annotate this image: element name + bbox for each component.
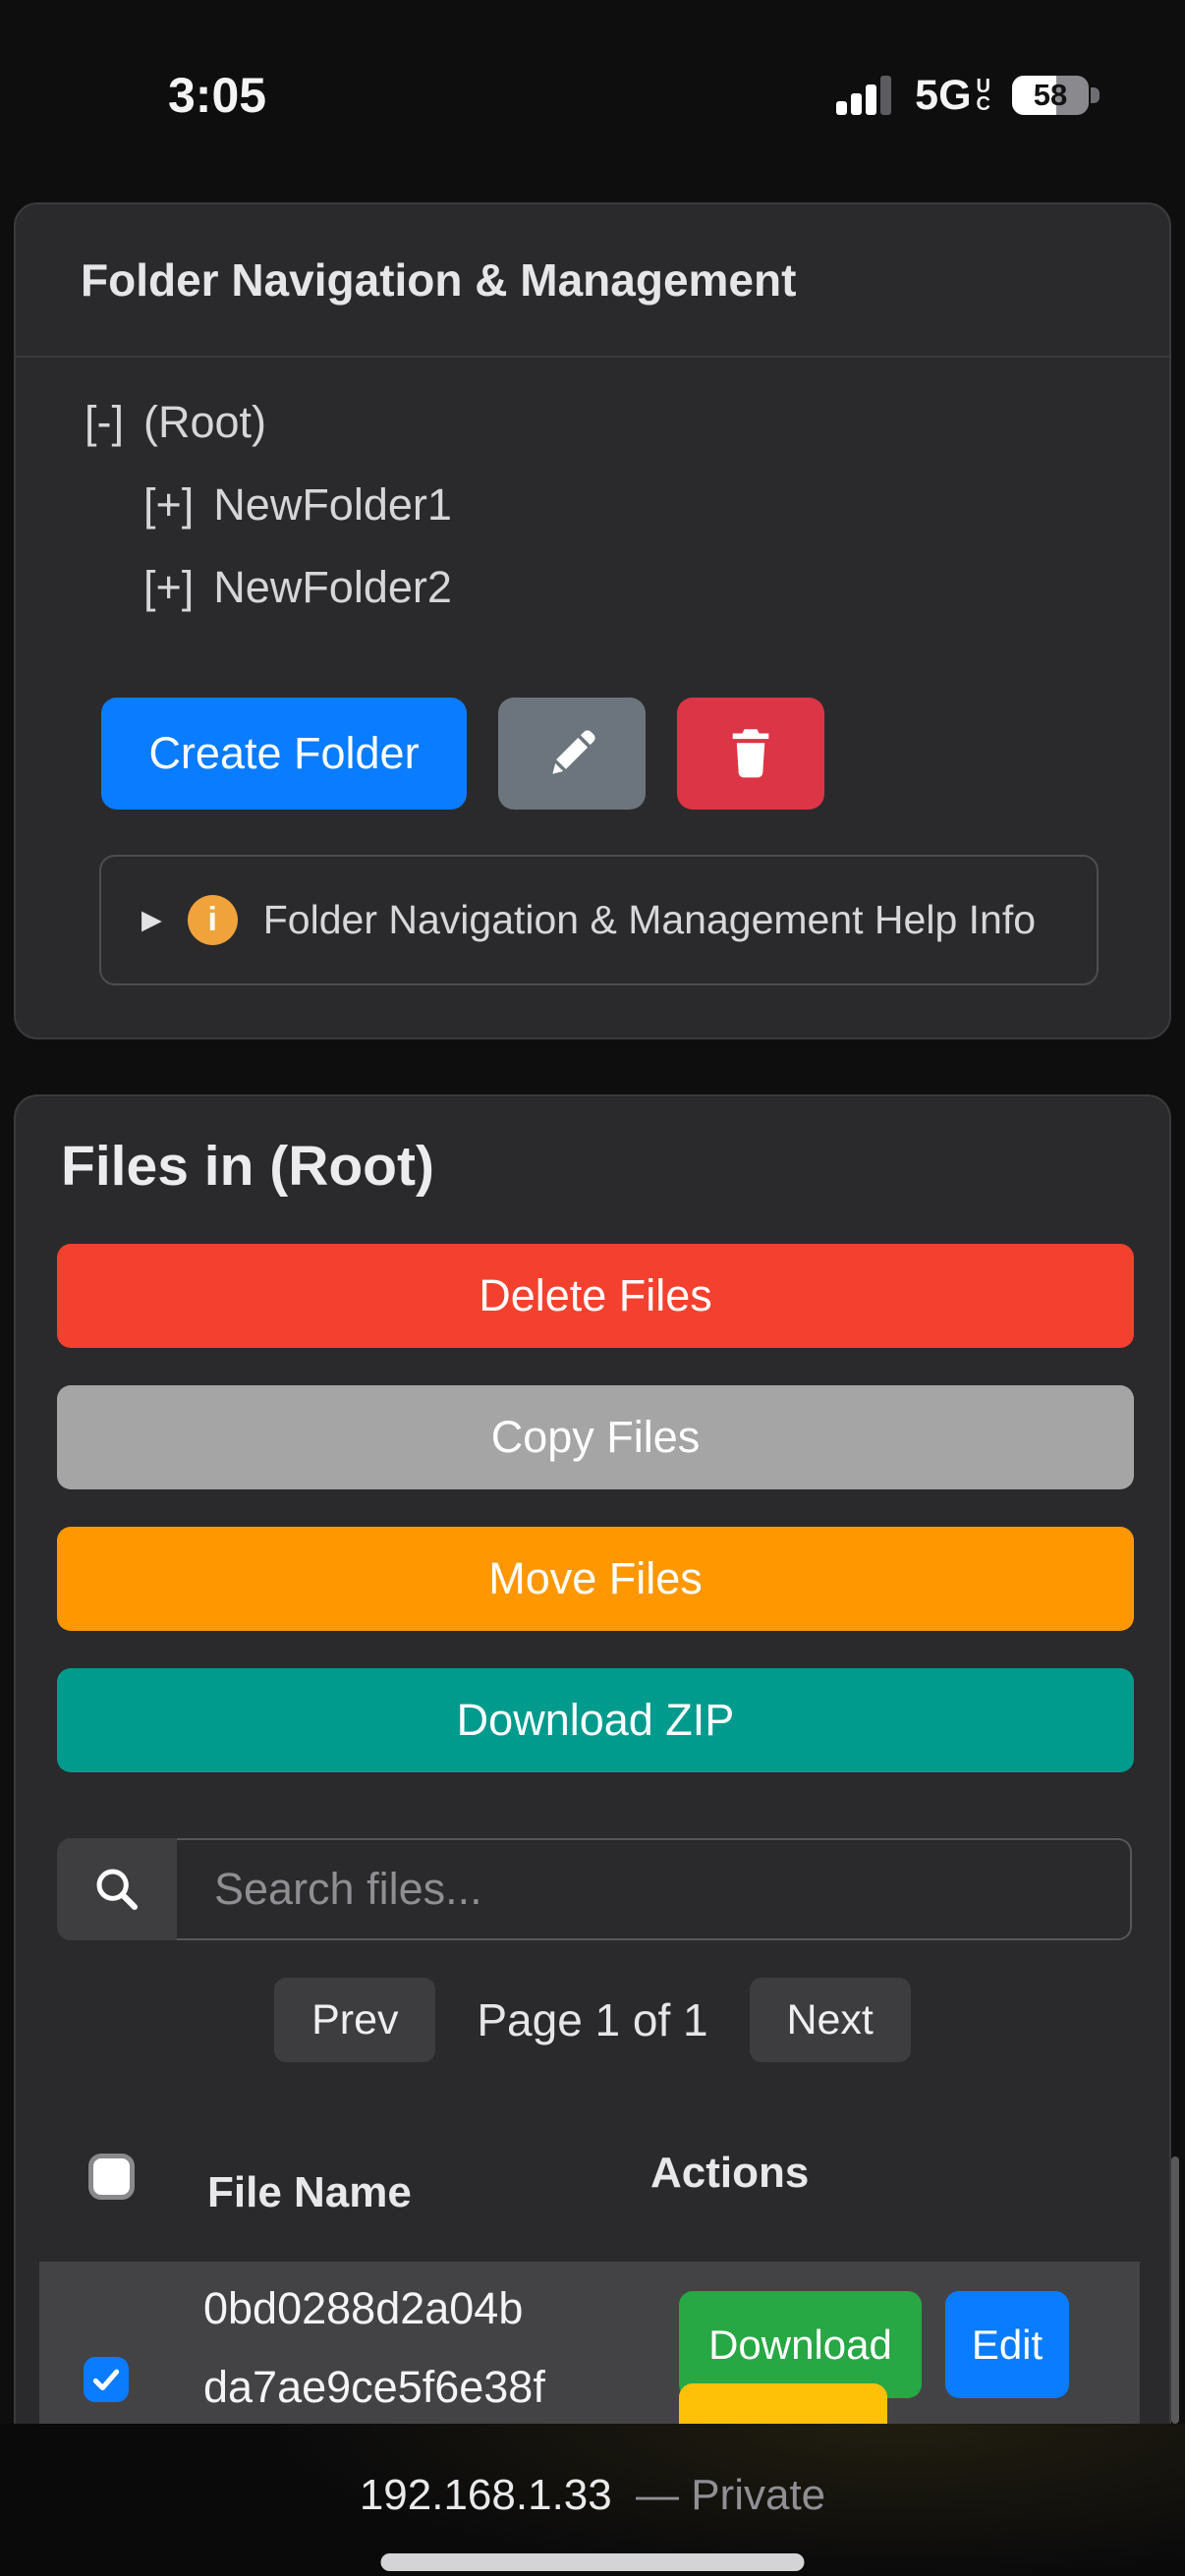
file-name: 0bd0288d2a04b da7ae9ce5f6e38f [203,2269,545,2427]
address-bar[interactable]: 192.168.1.33 — Private [0,2471,1185,2520]
file-table-header: File Name Actions [16,2160,1169,2210]
file-name-column-header: File Name [207,2168,412,2217]
info-icon: i [188,895,238,945]
browser-toolbar: 192.168.1.33 — Private [0,2424,1185,2576]
prev-page-button[interactable]: Prev [274,1978,435,2062]
site-address: 192.168.1.33 [360,2471,612,2519]
files-card-title: Files in (Root) [61,1134,1169,1199]
tree-collapse-toggle[interactable]: [-] [85,397,124,448]
tree-item-newfolder1[interactable]: [+] NewFolder1 [143,464,1169,546]
folder-navigation-card: Folder Navigation & Management [-] (Root… [14,202,1171,1039]
folder-help-disclosure[interactable]: ▶ i Folder Navigation & Management Help … [99,855,1099,985]
tree-item-newfolder2[interactable]: [+] NewFolder2 [143,546,1169,629]
folder-tree: [-] (Root) [+] NewFolder1 [+] NewFolder2 [16,358,1169,629]
search-icon-addon [57,1838,177,1940]
tree-expand-toggle[interactable]: [+] [143,562,194,613]
tree-item-label: NewFolder1 [213,479,452,531]
battery-icon: 58 [1012,76,1089,115]
rename-folder-button[interactable] [498,698,646,810]
pagination: Prev Page 1 of 1 Next [16,1978,1169,2062]
battery-nub [1091,87,1100,103]
move-files-button[interactable]: Move Files [57,1527,1134,1631]
search-input[interactable] [177,1838,1132,1940]
select-all-checkbox[interactable] [88,2154,135,2200]
network-uc-badge: U C [977,78,990,113]
page-status: Page 1 of 1 [477,1993,707,2046]
signal-strength-icon [836,76,893,115]
clock: 3:05 [168,67,266,124]
disclosure-triangle-icon: ▶ [141,905,162,935]
tree-item-label: (Root) [143,397,266,448]
pencil-icon [544,726,599,781]
create-folder-button[interactable]: Create Folder [101,698,467,810]
battery-percent: 58 [1012,76,1089,115]
file-search [57,1838,1132,1940]
download-file-button[interactable]: Download [679,2291,922,2398]
trash-icon [725,726,776,781]
next-page-button[interactable]: Next [750,1978,911,2062]
bulk-action-buttons: Delete Files Copy Files Move Files Downl… [57,1244,1134,1772]
actions-column-header: Actions [650,2149,809,2198]
delete-files-button[interactable]: Delete Files [57,1244,1134,1348]
edit-file-button[interactable]: Edit [945,2291,1069,2398]
folder-card-title: Folder Navigation & Management [16,204,1169,358]
delete-folder-button[interactable] [677,698,824,810]
home-indicator[interactable] [381,2553,805,2571]
tree-expand-toggle[interactable]: [+] [143,479,194,531]
status-indicators: 5G U C 58 [836,72,1089,120]
files-card: Files in (Root) Delete Files Copy Files … [14,1094,1171,2529]
tree-item-label: NewFolder2 [213,562,452,613]
network-type: 5G U C [915,72,990,120]
status-bar: 3:05 5G U C 58 [0,0,1185,191]
download-zip-button[interactable]: Download ZIP [57,1668,1134,1772]
folder-help-label: Folder Navigation & Management Help Info [263,897,1036,943]
copy-files-button[interactable]: Copy Files [57,1385,1134,1489]
tree-item-root[interactable]: [-] (Root) [85,381,1169,464]
search-icon [91,1864,142,1915]
checkmark-icon [89,2363,123,2396]
row-checkbox-checked[interactable] [84,2357,129,2402]
private-badge: — Private [636,2471,825,2519]
folder-action-buttons: Create Folder [101,698,1169,810]
scrollbar[interactable] [1171,2156,1179,2424]
